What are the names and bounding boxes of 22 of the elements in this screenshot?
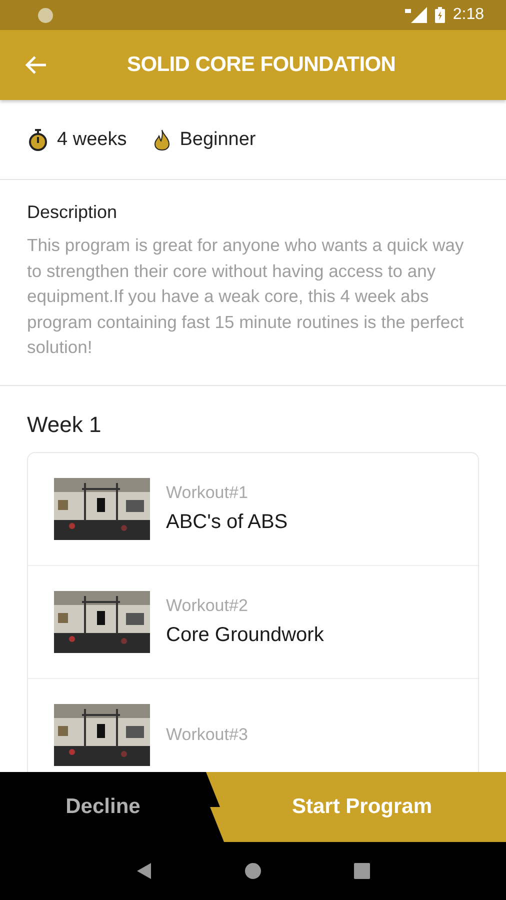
home-icon[interactable] bbox=[244, 862, 262, 880]
stopwatch-icon bbox=[28, 128, 48, 150]
description-heading: Description bbox=[27, 202, 118, 223]
flame-icon bbox=[152, 128, 171, 150]
workout-number: Workout#1 bbox=[166, 483, 249, 503]
back-icon[interactable] bbox=[136, 862, 152, 880]
duration-label: 4 weeks bbox=[57, 128, 127, 150]
week-heading: Week 1 bbox=[27, 412, 102, 438]
notification-icon bbox=[38, 8, 53, 22]
decline-button[interactable]: Decline bbox=[0, 772, 206, 842]
description-text: This program is great for anyone who wants a quick way to strengthen their core without having access to any equipment.If you have a weak core, this 4 week abs program containing fast 15 minute routines is the perfect solution! bbox=[27, 234, 465, 359]
workout-name: Core Groundwork bbox=[166, 624, 324, 647]
workout-item[interactable]: Workout#1 ABC's of ABS bbox=[28, 452, 478, 566]
workout-item[interactable]: Workout#2 Core Groundwork bbox=[28, 566, 478, 678]
status-time: 2:18 bbox=[452, 6, 484, 24]
screen-title: SOLID CORE FOUNDATION bbox=[127, 53, 396, 77]
workout-name: ABC's of ABS bbox=[166, 511, 288, 534]
workout-number: Workout#2 bbox=[166, 596, 249, 616]
signal-icon bbox=[404, 7, 427, 23]
battery-icon bbox=[434, 7, 445, 23]
workout-number: Workout#3 bbox=[166, 724, 248, 744]
level-label: Beginner bbox=[180, 128, 256, 150]
